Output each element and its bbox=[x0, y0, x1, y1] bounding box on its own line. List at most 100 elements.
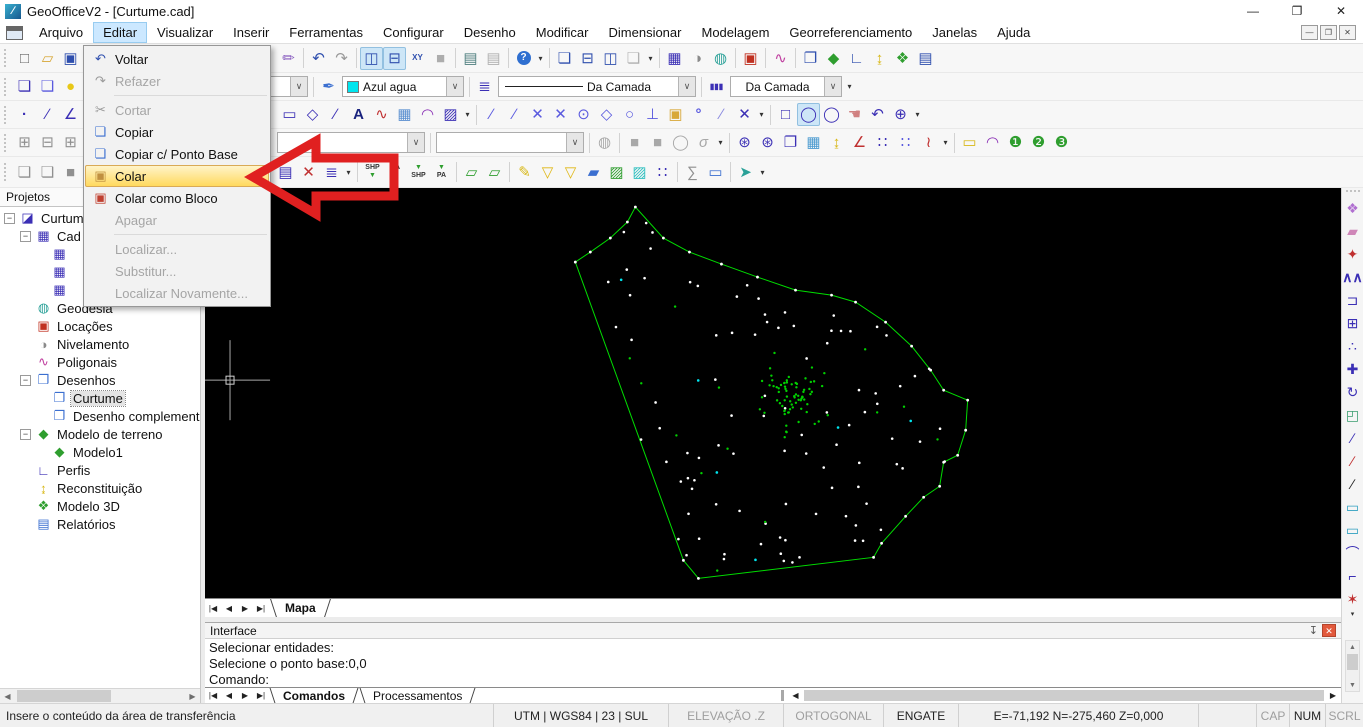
selection-combo-2[interactable]: ∨ bbox=[436, 132, 584, 153]
hatch-button[interactable]: ▨ bbox=[439, 103, 462, 126]
draw-line2-button[interactable]: ∕ bbox=[36, 103, 59, 126]
menu-inserir[interactable]: Inserir bbox=[223, 22, 279, 43]
layer-visibility-button[interactable]: ● bbox=[59, 75, 82, 98]
tree-item-locacoes[interactable]: ▣Locações bbox=[0, 317, 200, 335]
tree-expander-icon[interactable]: − bbox=[20, 375, 31, 386]
menu-item-voltar[interactable]: ↶Voltar bbox=[85, 48, 269, 70]
print-preview-button[interactable]: ▤ bbox=[482, 47, 505, 70]
split-vertical-button[interactable]: ◫ bbox=[360, 47, 383, 70]
draw-polyline-button[interactable]: ∕ bbox=[324, 103, 347, 126]
menu-modelagem[interactable]: Modelagem bbox=[691, 22, 779, 43]
tree-item-nivelamento[interactable]: ◑Nivelamento bbox=[0, 335, 200, 353]
format-painter-button[interactable]: ✏ bbox=[277, 47, 300, 70]
chamfer-button[interactable]: ⌐ bbox=[1343, 564, 1363, 587]
restore-button[interactable]: ❐ bbox=[1275, 0, 1319, 22]
list-button[interactable]: ≣ bbox=[320, 161, 343, 184]
terrain-3-button[interactable]: ❸ bbox=[1050, 131, 1073, 154]
zoom-center-button[interactable]: ⊕ bbox=[889, 103, 912, 126]
join-button[interactable]: ▭ bbox=[1343, 518, 1363, 541]
draw-rectangle-button[interactable]: ▭ bbox=[278, 103, 301, 126]
hscroll-thumb[interactable] bbox=[804, 690, 1324, 701]
trim-button[interactable]: ∕ bbox=[1343, 449, 1363, 472]
select-3-button[interactable]: ■ bbox=[59, 161, 82, 184]
interface-nav-button-3[interactable]: ▶| bbox=[253, 688, 269, 703]
mirror-button[interactable]: ∧∧ bbox=[1343, 265, 1363, 288]
tree-item-modelo1[interactable]: ◆Modelo1 bbox=[0, 443, 200, 461]
menu-configurar[interactable]: Configurar bbox=[373, 22, 454, 43]
layer-manager-button[interactable]: ❏ bbox=[13, 75, 36, 98]
statusbar-caps[interactable]: CAP bbox=[1256, 704, 1289, 727]
modelo-terreno-button[interactable]: ◆ bbox=[822, 47, 845, 70]
shp-export-button[interactable]: ▼SHP bbox=[407, 161, 430, 184]
snap-apparent-intersection-button[interactable]: ✕ bbox=[549, 103, 572, 126]
scroll-thumb[interactable] bbox=[17, 690, 111, 702]
help-button[interactable]: ? bbox=[512, 47, 535, 70]
sidebar-hscrollbar[interactable]: ◀ ▶ bbox=[0, 688, 200, 703]
rounded-rect-button[interactable]: ▭ bbox=[704, 161, 727, 184]
selection-combo-1[interactable]: ∨ bbox=[277, 132, 425, 153]
parallel-1-button[interactable]: ▱ bbox=[460, 161, 483, 184]
reconstituicao-button[interactable]: ↨ bbox=[868, 47, 891, 70]
tile-vertical-button[interactable]: ◫ bbox=[599, 47, 622, 70]
polar-array-button[interactable]: ∴ bbox=[1343, 334, 1363, 357]
pan-button[interactable]: ☚ bbox=[843, 103, 866, 126]
pa-import-button[interactable]: PA▼ bbox=[384, 161, 407, 184]
desenhos-button[interactable]: ❐ bbox=[799, 47, 822, 70]
entity-properties-button[interactable]: ❖ bbox=[1343, 196, 1363, 219]
point-style-2-button[interactable]: ⊛ bbox=[756, 131, 779, 154]
color-combo[interactable]: Azul agua∨ bbox=[342, 76, 464, 97]
erase-button[interactable]: ▰ bbox=[1343, 219, 1363, 242]
map-canvas[interactable] bbox=[205, 188, 1341, 598]
menu-editar[interactable]: Editar bbox=[93, 22, 147, 43]
interface-nav-button-2[interactable]: ▶ bbox=[237, 688, 253, 703]
menu-ajuda[interactable]: Ajuda bbox=[987, 22, 1040, 43]
perfis-button[interactable]: ∟ bbox=[845, 47, 868, 70]
close-button[interactable]: ✕ bbox=[1319, 0, 1363, 22]
tab-comandos[interactable]: Comandos bbox=[269, 688, 359, 703]
rotate-button[interactable]: ↻ bbox=[1343, 380, 1363, 403]
draw-arc-button[interactable]: ◠ bbox=[416, 103, 439, 126]
nivelamento-button[interactable]: ◑ bbox=[686, 47, 709, 70]
offset-button[interactable]: ⊐ bbox=[1343, 288, 1363, 311]
point-cloud-button[interactable]: ∷ bbox=[651, 161, 674, 184]
hatch-green-button[interactable]: ▨ bbox=[605, 161, 628, 184]
filter-edit-button[interactable]: ▽ bbox=[559, 161, 582, 184]
tree-item-modelo-de-terreno[interactable]: −◆Modelo de terreno bbox=[0, 425, 200, 443]
tree-item-desenhos[interactable]: −❐Desenhos bbox=[0, 371, 200, 389]
insert-image-button[interactable]: ▦ bbox=[393, 103, 416, 126]
shp-import-button[interactable]: SHP▼ bbox=[361, 161, 384, 184]
zoom-previous-button[interactable]: ↶ bbox=[866, 103, 889, 126]
map-nav-button-2[interactable]: ▶ bbox=[237, 599, 253, 617]
squiggle-button[interactable]: ≀ bbox=[917, 131, 940, 154]
linetype-button[interactable]: ≣ bbox=[473, 75, 496, 98]
poligonais-button[interactable]: ∿ bbox=[769, 47, 792, 70]
tab-processamentos[interactable]: Processamentos bbox=[359, 688, 476, 703]
zoom-dropdown-arrow[interactable]: ▾ bbox=[912, 103, 923, 126]
draw-dropdown-arrow[interactable]: ▾ bbox=[462, 103, 473, 126]
minimize-button[interactable]: — bbox=[1231, 0, 1275, 22]
open-file-button[interactable]: ▱ bbox=[36, 47, 59, 70]
viewport-button[interactable]: ■ bbox=[429, 47, 452, 70]
tree-expander-icon[interactable]: − bbox=[20, 429, 31, 440]
export-table-button[interactable]: ▤ bbox=[274, 161, 297, 184]
snap-nearest-button[interactable]: ∕ bbox=[710, 103, 733, 126]
draw-spline-button[interactable]: ∿ bbox=[370, 103, 393, 126]
zoom-extents-button[interactable]: ◯ bbox=[797, 103, 820, 126]
snap-perpendicular-button[interactable]: ⊥ bbox=[641, 103, 664, 126]
list-dropdown-arrow[interactable]: ▾ bbox=[343, 161, 354, 184]
node-tool-3-button[interactable]: ⊞ bbox=[59, 131, 82, 154]
raster-image-button[interactable]: ▦ bbox=[802, 131, 825, 154]
draw-point-button[interactable]: · bbox=[13, 103, 36, 126]
snap-intersection-button[interactable]: ✕ bbox=[526, 103, 549, 126]
select-2-button[interactable]: ❏ bbox=[36, 161, 59, 184]
tree-item-desenho-complementar[interactable]: ❐Desenho complement bbox=[0, 407, 200, 425]
compass-button[interactable]: ➤ bbox=[734, 161, 757, 184]
tab-mapa[interactable]: Mapa bbox=[269, 599, 332, 617]
snap-node-button[interactable]: ° bbox=[687, 103, 710, 126]
fill-color-button[interactable]: ✒ bbox=[317, 75, 340, 98]
move-button[interactable]: ✚ bbox=[1343, 357, 1363, 380]
parallel-2-button[interactable]: ▱ bbox=[483, 161, 506, 184]
interface-nav-button-1[interactable]: ◀ bbox=[221, 688, 237, 703]
menu-janelas[interactable]: Janelas bbox=[922, 22, 987, 43]
menu-item-copiar[interactable]: ❏Copiar bbox=[85, 121, 269, 143]
